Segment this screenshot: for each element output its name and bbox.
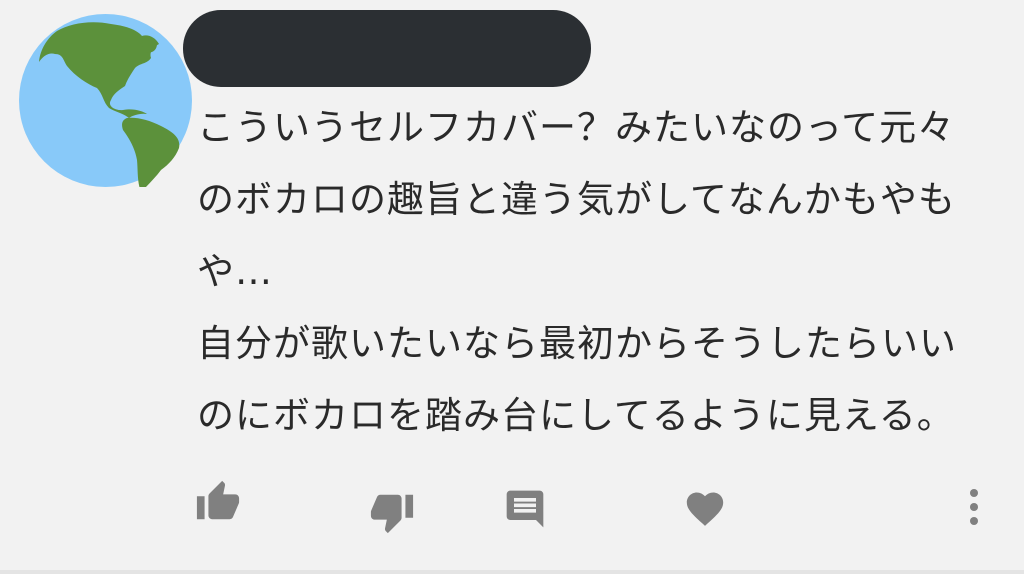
avatar[interactable] [19,14,192,192]
dislike-button[interactable] [368,488,416,536]
comment-card: こういうセルフカバー？みたいなのって元々 のボカロの趣旨と違う気がしてなんかもや… [0,0,1024,574]
like-button[interactable] [194,478,242,526]
thumb-up-icon [196,480,240,520]
divider [0,570,1024,574]
reply-button[interactable] [502,486,548,532]
author-name-redacted [183,10,591,87]
more-options-button[interactable] [958,484,990,530]
comment-text-line: こういうセルフカバー？みたいなのって元々 [197,106,956,149]
heart-button[interactable] [682,486,728,528]
comment-icon [506,490,544,528]
comment-text-line: 自分が歌いたいなら最初からそうしたらいい [197,322,957,365]
comment-text-line: のボカロの趣旨と違う気がしてなんかもやも [197,178,956,221]
comment-text-line: や… [197,250,273,293]
more-vertical-icon [970,489,978,525]
heart-icon [686,492,724,526]
thumb-down-icon [370,494,414,534]
comment-text: こういうセルフカバー？みたいなのって元々 のボカロの趣旨と違う気がしてなんかもや… [197,92,997,452]
comment-text-line: のにボカロを踏み台にしてるように見える。 [197,394,955,437]
globe-americas-icon [19,14,192,192]
